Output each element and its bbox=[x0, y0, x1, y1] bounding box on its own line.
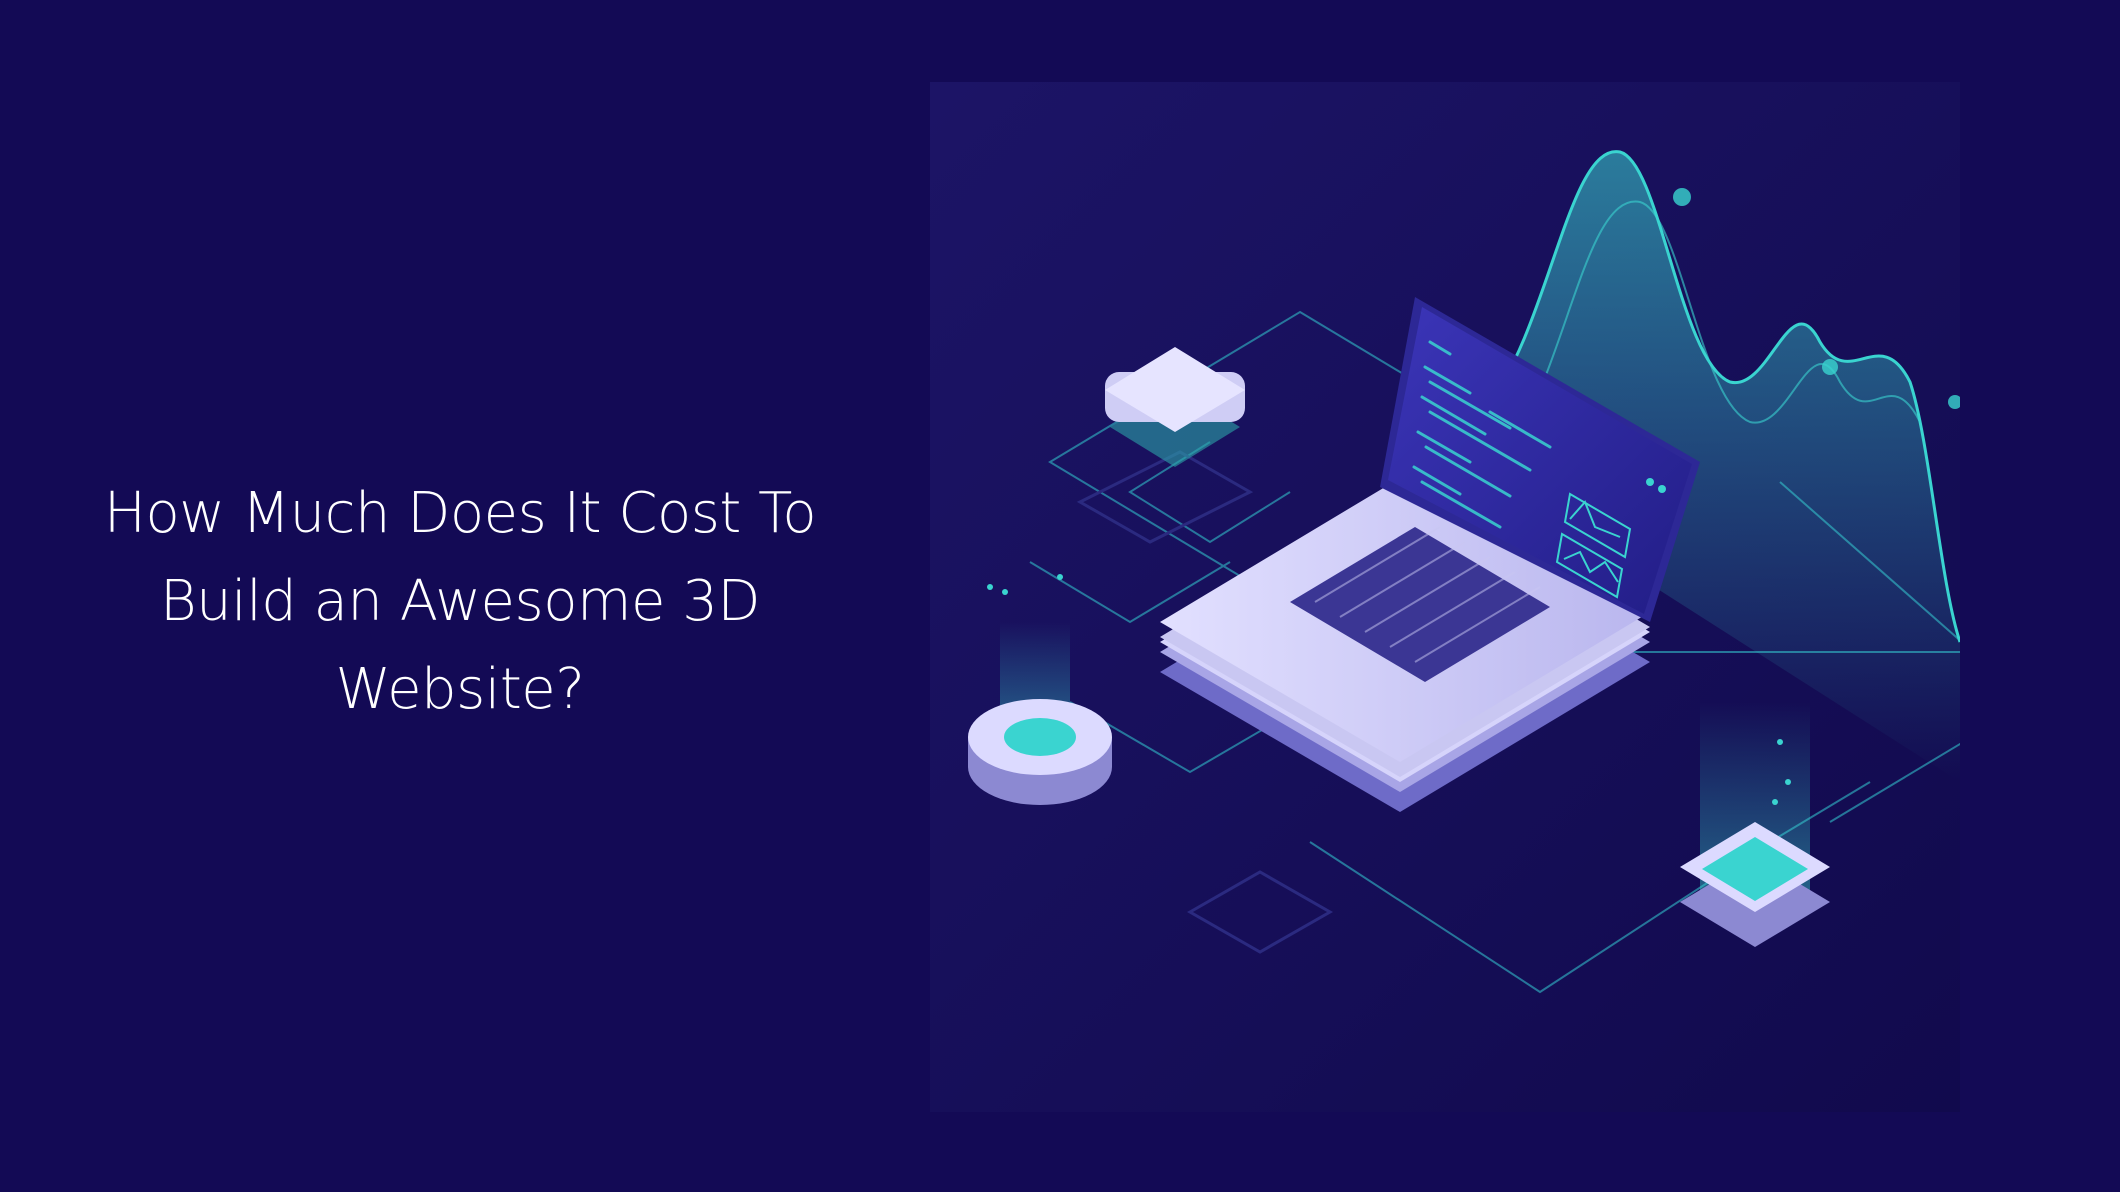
isometric-laptop-icon bbox=[930, 82, 1960, 1112]
page-headline: How Much Does It Cost To Build an Awesom… bbox=[103, 481, 817, 722]
